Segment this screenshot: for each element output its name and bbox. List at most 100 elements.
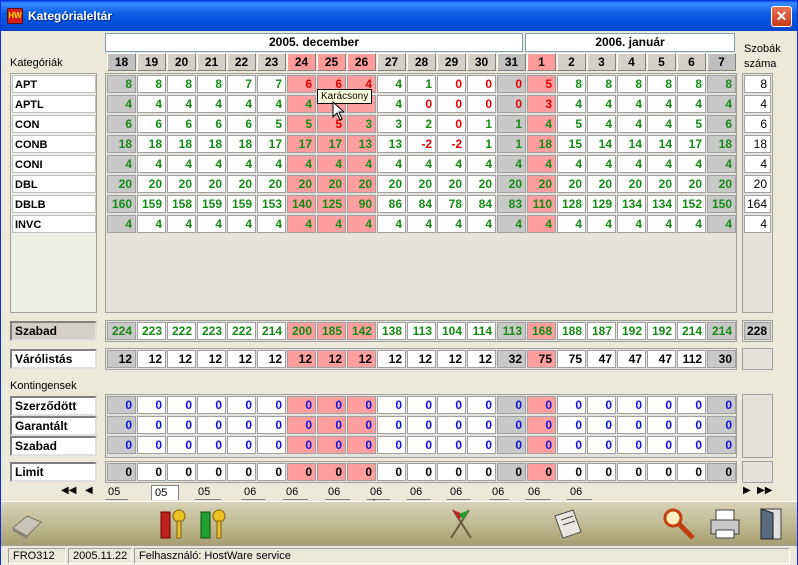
contingent-cell[interactable]: 0 <box>617 436 646 454</box>
availability-cell[interactable]: 4 <box>317 215 346 233</box>
availability-cell[interactable]: 160 <box>107 195 136 213</box>
availability-cell[interactable]: 4 <box>497 215 526 233</box>
contingent-cell[interactable]: 0 <box>377 396 406 414</box>
availability-cell[interactable]: 20 <box>707 175 736 193</box>
availability-cell[interactable]: 4 <box>647 115 676 133</box>
contingent-cell[interactable]: 0 <box>197 416 226 434</box>
tab-month[interactable]: 06 Jan <box>241 485 265 512</box>
contingent-cell[interactable]: 0 <box>287 436 316 454</box>
availability-cell[interactable]: 4 <box>617 95 646 113</box>
availability-cell[interactable]: 0 <box>437 95 466 113</box>
contingent-cell[interactable]: 0 <box>407 396 436 414</box>
availability-cell[interactable]: 140 <box>287 195 316 213</box>
contingent-cell[interactable]: 0 <box>107 396 136 414</box>
availability-cell[interactable]: 2 <box>407 115 436 133</box>
availability-cell[interactable]: 4 <box>257 215 286 233</box>
contingent-cell[interactable]: 0 <box>167 416 196 434</box>
availability-cell[interactable]: 0 <box>497 75 526 93</box>
availability-cell[interactable]: 14 <box>587 135 616 153</box>
limit-cell[interactable]: 0 <box>677 463 706 481</box>
availability-cell[interactable]: 4 <box>377 95 406 113</box>
availability-cell[interactable]: 18 <box>107 135 136 153</box>
availability-cell[interactable]: 20 <box>557 175 586 193</box>
prev-month-button[interactable]: ◀ <box>85 485 93 496</box>
availability-cell[interactable]: 4 <box>167 155 196 173</box>
contingent-cell[interactable]: 0 <box>317 396 346 414</box>
availability-cell[interactable]: 5 <box>257 115 286 133</box>
limit-cell[interactable]: 0 <box>257 463 286 481</box>
availability-cell[interactable]: 4 <box>617 115 646 133</box>
availability-cell[interactable]: 4 <box>137 215 166 233</box>
availability-cell[interactable]: 159 <box>197 195 226 213</box>
availability-cell[interactable]: 7 <box>227 75 256 93</box>
availability-cell[interactable]: 17 <box>257 135 286 153</box>
contingent-cell[interactable]: 0 <box>317 416 346 434</box>
availability-cell[interactable]: 18 <box>167 135 196 153</box>
limit-cell[interactable]: 0 <box>437 463 466 481</box>
availability-cell[interactable]: 4 <box>617 215 646 233</box>
availability-cell[interactable]: 8 <box>587 75 616 93</box>
availability-cell[interactable]: 15 <box>557 135 586 153</box>
contingent-cell[interactable]: 0 <box>527 416 556 434</box>
availability-cell[interactable]: 14 <box>617 135 646 153</box>
contingent-cell[interactable]: 0 <box>107 416 136 434</box>
availability-cell[interactable]: 8 <box>167 75 196 93</box>
limit-cell[interactable]: 0 <box>647 463 676 481</box>
availability-cell[interactable]: 4 <box>317 155 346 173</box>
contingent-cell[interactable]: 0 <box>497 396 526 414</box>
availability-cell[interactable]: 6 <box>197 115 226 133</box>
contingent-cell[interactable]: 0 <box>377 416 406 434</box>
availability-cell[interactable]: 20 <box>647 175 676 193</box>
keys-green-icon[interactable] <box>195 506 231 542</box>
availability-cell[interactable]: 4 <box>137 155 166 173</box>
availability-cell[interactable]: 20 <box>407 175 436 193</box>
availability-cell[interactable]: 4 <box>377 155 406 173</box>
contingent-cell[interactable]: 0 <box>617 416 646 434</box>
limit-cell[interactable]: 0 <box>707 463 736 481</box>
availability-cell[interactable]: 4 <box>587 95 616 113</box>
availability-cell[interactable]: -2 <box>407 135 436 153</box>
availability-cell[interactable]: 134 <box>647 195 676 213</box>
exit-door-icon[interactable] <box>753 506 789 542</box>
availability-cell[interactable]: 0 <box>437 75 466 93</box>
availability-cell[interactable]: 18 <box>527 135 556 153</box>
availability-cell[interactable]: 20 <box>437 175 466 193</box>
availability-cell[interactable]: 1 <box>467 135 496 153</box>
availability-cell[interactable]: 4 <box>377 215 406 233</box>
availability-cell[interactable]: 20 <box>617 175 646 193</box>
contingent-cell[interactable]: 0 <box>437 436 466 454</box>
contingent-cell[interactable]: 0 <box>407 416 436 434</box>
availability-cell[interactable]: 4 <box>287 155 316 173</box>
availability-cell[interactable]: 4 <box>587 115 616 133</box>
availability-cell[interactable]: 20 <box>497 175 526 193</box>
contingent-cell[interactable]: 0 <box>227 416 256 434</box>
category-name[interactable]: APTL <box>12 95 96 113</box>
availability-cell[interactable]: 1 <box>467 115 496 133</box>
availability-cell[interactable]: 17 <box>317 135 346 153</box>
availability-cell[interactable]: 20 <box>227 175 256 193</box>
availability-cell[interactable]: 4 <box>707 95 736 113</box>
tab-month[interactable]: 05 Dec <box>195 485 221 512</box>
availability-cell[interactable]: 4 <box>407 215 436 233</box>
availability-cell[interactable]: -2 <box>437 135 466 153</box>
limit-cell[interactable]: 0 <box>587 463 616 481</box>
availability-cell[interactable]: 20 <box>137 175 166 193</box>
contingent-cell[interactable]: 0 <box>437 416 466 434</box>
availability-cell[interactable]: 6 <box>707 115 736 133</box>
contingent-cell[interactable]: 0 <box>557 416 586 434</box>
availability-cell[interactable]: 129 <box>587 195 616 213</box>
limit-cell[interactable]: 0 <box>107 463 136 481</box>
contingent-cell[interactable]: 0 <box>197 436 226 454</box>
category-name[interactable]: CON <box>12 115 96 133</box>
next-month-button[interactable]: ▶ <box>743 485 751 496</box>
availability-cell[interactable]: 5 <box>557 115 586 133</box>
first-month-button[interactable]: ◀◀ <box>61 485 76 496</box>
contingent-cell[interactable]: 0 <box>137 396 166 414</box>
availability-cell[interactable]: 4 <box>647 215 676 233</box>
contingent-cell[interactable]: 0 <box>407 436 436 454</box>
category-name[interactable]: CONB <box>12 135 96 153</box>
availability-cell[interactable]: 4 <box>227 215 256 233</box>
limit-cell[interactable]: 0 <box>377 463 406 481</box>
availability-cell[interactable]: 4 <box>527 215 556 233</box>
limit-cell[interactable]: 0 <box>347 463 376 481</box>
